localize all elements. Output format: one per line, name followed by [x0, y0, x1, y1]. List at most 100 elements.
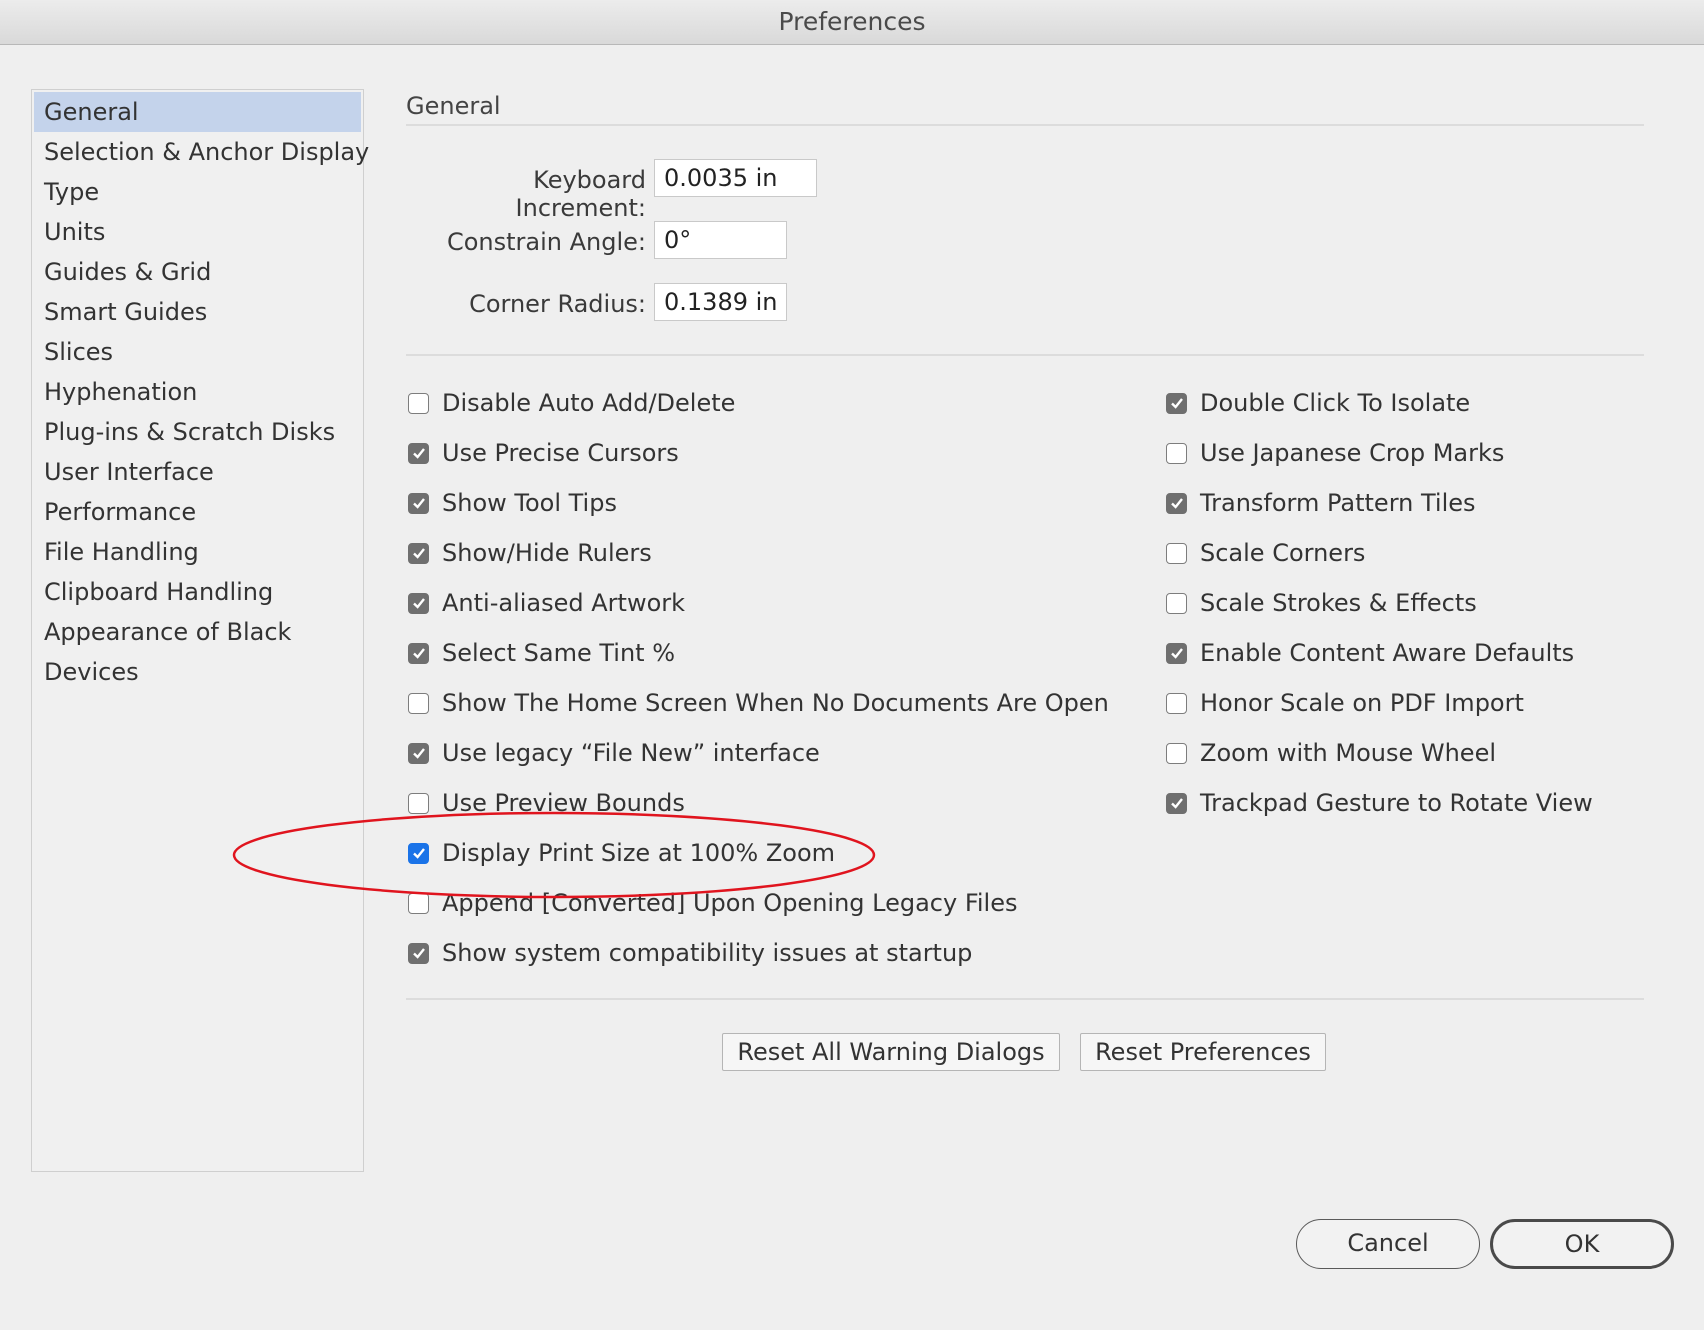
checkbox-label: Show The Home Screen When No Documents A…: [442, 689, 1109, 717]
checkbox-show-tool-tips[interactable]: Show Tool Tips: [408, 486, 617, 520]
checkbox-box[interactable]: [408, 742, 429, 764]
checkmark-icon: [412, 598, 425, 609]
sidebar-item-type[interactable]: Type: [34, 172, 361, 212]
checkmark-icon: [412, 548, 425, 559]
checkbox-label: Use Japanese Crop Marks: [1200, 439, 1505, 467]
checkbox-box[interactable]: [408, 792, 429, 814]
checkbox-use-precise-cursors[interactable]: Use Precise Cursors: [408, 436, 679, 470]
sidebar-item-appearance-of-black[interactable]: Appearance of Black: [34, 612, 361, 652]
checkbox-label: Select Same Tint %: [442, 639, 676, 667]
checkbox-scale-strokes-effects[interactable]: Scale Strokes & Effects: [1166, 586, 1477, 620]
checkbox-box[interactable]: [1166, 792, 1187, 814]
checkbox-show-hide-rulers[interactable]: Show/Hide Rulers: [408, 536, 652, 570]
sidebar-item-hyphenation[interactable]: Hyphenation: [34, 372, 361, 412]
checkbox-label: Use legacy “File New” interface: [442, 739, 820, 767]
checkbox-box[interactable]: [1166, 692, 1187, 714]
sidebar-item-units[interactable]: Units: [34, 212, 361, 252]
checkbox-use-preview-bounds[interactable]: Use Preview Bounds: [408, 786, 685, 820]
cancel-button[interactable]: Cancel: [1296, 1219, 1480, 1269]
checkbox-label: Show system compatibility issues at star…: [442, 939, 973, 967]
checkbox-transform-pattern-tiles[interactable]: Transform Pattern Tiles: [1166, 486, 1476, 520]
ok-button[interactable]: OK: [1490, 1219, 1674, 1269]
sidebar-item-user-interface[interactable]: User Interface: [34, 452, 361, 492]
checkbox-box[interactable]: [408, 942, 429, 964]
checkmark-icon: [1170, 498, 1183, 509]
checkbox-show-compatibility-issues[interactable]: Show system compatibility issues at star…: [408, 936, 972, 970]
checkbox-label: Disable Auto Add/Delete: [442, 389, 736, 417]
checkbox-anti-aliased-artwork[interactable]: Anti-aliased Artwork: [408, 586, 685, 620]
checkbox-trackpad-gesture-rotate[interactable]: Trackpad Gesture to Rotate View: [1166, 786, 1593, 820]
checkmark-icon: [412, 848, 425, 859]
constrain-angle-label: Constrain Angle:: [446, 228, 646, 256]
keyboard-increment-label: Keyboard Increment:: [515, 166, 646, 222]
checkbox-label: Enable Content Aware Defaults: [1200, 639, 1575, 667]
checkbox-box[interactable]: [1166, 492, 1187, 514]
sidebar-item-clipboard-handling[interactable]: Clipboard Handling: [34, 572, 361, 612]
window-title: Preferences: [0, 0, 1704, 45]
checkmark-icon: [412, 448, 425, 459]
checkbox-box[interactable]: [1166, 742, 1187, 764]
checkbox-divider: [406, 998, 1644, 1000]
checkbox-double-click-to-isolate[interactable]: Double Click To Isolate: [1166, 386, 1470, 420]
sidebar-item-file-handling[interactable]: File Handling: [34, 532, 361, 572]
checkbox-label: Show/Hide Rulers: [442, 539, 652, 567]
checkbox-label: Display Print Size at 100% Zoom: [442, 839, 835, 867]
checkbox-label: Zoom with Mouse Wheel: [1200, 739, 1497, 767]
checkmark-icon: [1170, 798, 1183, 809]
checkmark-icon: [412, 948, 425, 959]
checkmark-icon: [412, 648, 425, 659]
sidebar-item-general[interactable]: General: [34, 92, 361, 132]
sidebar-item-smart-guides[interactable]: Smart Guides: [34, 292, 361, 332]
fields-divider: [406, 354, 1644, 356]
checkmark-icon: [1170, 648, 1183, 659]
corner-radius-input[interactable]: 0.1389 in: [654, 283, 787, 321]
checkbox-label: Append [Converted] Upon Opening Legacy F…: [442, 889, 1018, 917]
checkbox-label: Scale Strokes & Effects: [1200, 589, 1477, 617]
checkbox-select-same-tint[interactable]: Select Same Tint %: [408, 636, 675, 670]
checkbox-box[interactable]: [408, 592, 429, 614]
reset-preferences-button[interactable]: Reset Preferences: [1080, 1033, 1326, 1071]
checkbox-label: Use Precise Cursors: [442, 439, 679, 467]
checkmark-icon: [1170, 398, 1183, 409]
sidebar-item-guides-grid[interactable]: Guides & Grid: [34, 252, 361, 292]
checkbox-enable-content-aware-defaults[interactable]: Enable Content Aware Defaults: [1166, 636, 1574, 670]
checkbox-box[interactable]: [408, 492, 429, 514]
checkbox-box[interactable]: [1166, 542, 1187, 564]
checkbox-box[interactable]: [408, 642, 429, 664]
checkbox-use-legacy-file-new[interactable]: Use legacy “File New” interface: [408, 736, 820, 770]
section-divider: [406, 124, 1644, 126]
corner-radius-label: Corner Radius:: [469, 290, 646, 318]
sidebar-item-performance[interactable]: Performance: [34, 492, 361, 532]
checkbox-box[interactable]: [408, 542, 429, 564]
checkbox-append-converted[interactable]: Append [Converted] Upon Opening Legacy F…: [408, 886, 1018, 920]
sidebar-item-devices[interactable]: Devices: [34, 652, 361, 692]
checkbox-box[interactable]: [408, 692, 429, 714]
checkbox-label: Use Preview Bounds: [442, 789, 685, 817]
checkbox-label: Double Click To Isolate: [1200, 389, 1471, 417]
checkbox-box[interactable]: [1166, 642, 1187, 664]
constrain-angle-input[interactable]: 0°: [654, 221, 787, 259]
checkbox-zoom-with-mouse-wheel[interactable]: Zoom with Mouse Wheel: [1166, 736, 1496, 770]
checkbox-label: Scale Corners: [1200, 539, 1366, 567]
sidebar-item-plugins-scratch-disks[interactable]: Plug-ins & Scratch Disks: [34, 412, 361, 452]
checkbox-box[interactable]: [408, 442, 429, 464]
checkbox-display-print-size[interactable]: Display Print Size at 100% Zoom: [408, 836, 835, 870]
checkbox-show-home-screen[interactable]: Show The Home Screen When No Documents A…: [408, 686, 1109, 720]
checkbox-box[interactable]: [1166, 392, 1187, 414]
checkbox-box[interactable]: [1166, 592, 1187, 614]
checkbox-box[interactable]: [408, 392, 429, 414]
checkbox-label: Trackpad Gesture to Rotate View: [1200, 789, 1593, 817]
checkbox-honor-scale-pdf-import[interactable]: Honor Scale on PDF Import: [1166, 686, 1524, 720]
checkbox-disable-auto-add-delete[interactable]: Disable Auto Add/Delete: [408, 386, 735, 420]
keyboard-increment-input[interactable]: 0.0035 in: [654, 159, 817, 197]
sidebar-item-slices[interactable]: Slices: [34, 332, 361, 372]
checkbox-label: Show Tool Tips: [442, 489, 617, 517]
checkbox-scale-corners[interactable]: Scale Corners: [1166, 536, 1365, 570]
checkbox-box[interactable]: [1166, 442, 1187, 464]
checkbox-box[interactable]: [408, 892, 429, 914]
sidebar-item-selection-anchor-display[interactable]: Selection & Anchor Display: [34, 132, 369, 172]
reset-all-warning-dialogs-button[interactable]: Reset All Warning Dialogs: [722, 1033, 1060, 1071]
preferences-sidebar: General Selection & Anchor Display Type …: [31, 89, 369, 1172]
checkbox-use-japanese-crop-marks[interactable]: Use Japanese Crop Marks: [1166, 436, 1504, 470]
checkbox-box[interactable]: [408, 842, 429, 864]
